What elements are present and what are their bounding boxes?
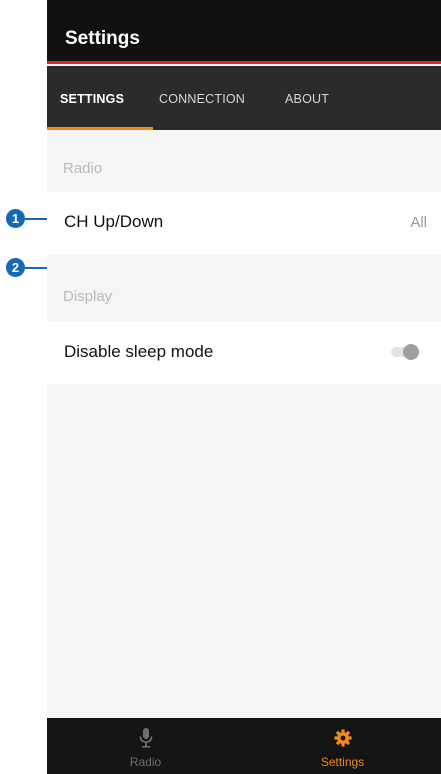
page-title: Settings: [65, 28, 140, 49]
section-header-radio: Radio: [63, 160, 103, 177]
nav-radio-label: Radio: [129, 755, 162, 769]
tab-about[interactable]: ABOUT: [285, 92, 329, 106]
nav-radio[interactable]: Radio: [47, 718, 244, 774]
callout-1: 1: [6, 209, 47, 229]
tab-settings[interactable]: SETTINGS: [60, 92, 124, 106]
callout-1-line: [25, 218, 47, 220]
callout-1-number: 1: [6, 209, 25, 228]
app-bar: Settings: [47, 0, 441, 64]
sleep-mode-toggle[interactable]: [387, 344, 421, 360]
page: 1 2 Settings SETTINGS CONNECTION ABOUT R…: [0, 0, 441, 774]
gear-icon: [333, 727, 352, 749]
tab-bar: SETTINGS CONNECTION ABOUT: [47, 66, 441, 130]
microphone-icon: [137, 727, 155, 749]
callout-2: 2: [6, 258, 47, 278]
sleep-mode-label: Disable sleep mode: [64, 342, 214, 361]
nav-settings[interactable]: Settings: [244, 718, 441, 774]
section-header-display: Display: [63, 288, 113, 305]
nav-settings-label: Settings: [320, 755, 365, 769]
ch-updown-row[interactable]: CH Up/Down All: [47, 192, 441, 254]
callout-2-line: [25, 267, 47, 269]
phone-screen: Settings SETTINGS CONNECTION ABOUT Radio…: [47, 0, 441, 774]
ch-updown-value: All: [410, 214, 427, 231]
ch-updown-label: CH Up/Down: [64, 212, 164, 231]
toggle-thumb: [403, 344, 419, 360]
tab-connection[interactable]: CONNECTION: [159, 92, 245, 106]
settings-list: Radio CH Up/Down All Display Disable sle…: [47, 130, 441, 718]
bottom-navigation: Radio Settings: [47, 718, 441, 774]
callout-2-number: 2: [6, 258, 25, 277]
sleep-mode-row[interactable]: Disable sleep mode: [47, 322, 441, 384]
